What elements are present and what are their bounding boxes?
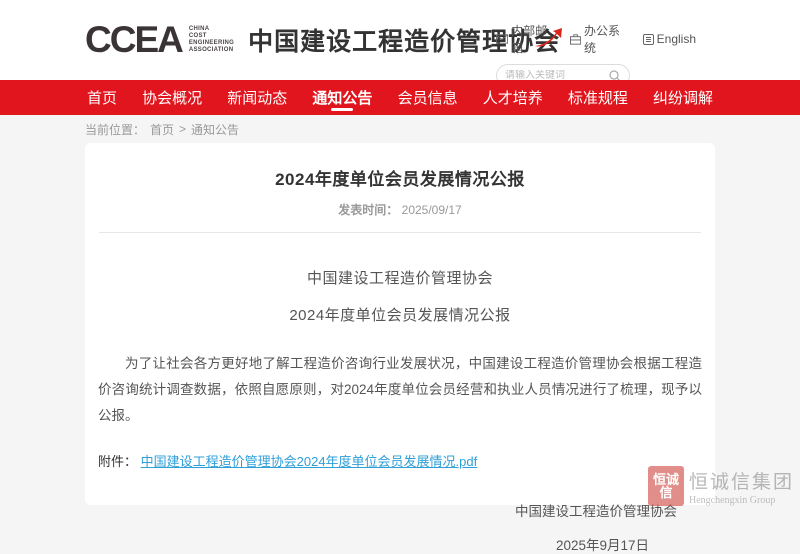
quick-link-label: 内部邮箱 [511, 22, 556, 56]
signature-block: 中国建设工程造价管理协会 2025年9月17日 [85, 500, 715, 554]
nav-item-home[interactable]: 首页 [85, 80, 119, 115]
quick-links: 内部邮箱 办公系统 English [496, 22, 696, 56]
article-body-heading-1: 中国建设工程造价管理协会 [85, 267, 715, 288]
breadcrumb-current: 通知公告 [191, 121, 239, 138]
signature-date: 2025年9月17日 [85, 534, 677, 554]
book-icon [643, 34, 654, 45]
nav-item-mediation[interactable]: 纠纷调解 [651, 80, 715, 115]
publish-date: 2025/09/17 [402, 203, 462, 217]
briefcase-icon [570, 34, 581, 45]
logo[interactable]: CCEA CHINA COST ENGINEERING ASSOCIATION … [85, 20, 560, 60]
nav-item-notices[interactable]: 通知公告 [310, 80, 374, 115]
quick-link-label: English [657, 32, 696, 46]
breadcrumb-separator: > [179, 122, 186, 136]
article-card: 2024年度单位会员发展情况公报 发表时间： 2025/09/17 中国建设工程… [85, 143, 715, 505]
breadcrumb: 当前位置： 首页 > 通知公告 [85, 115, 239, 143]
nav-item-members[interactable]: 会员信息 [396, 80, 460, 115]
publish-line: 发表时间： 2025/09/17 [85, 201, 715, 218]
watermark-name-cn: 恒诚信集团 [689, 467, 794, 494]
nav-item-standards[interactable]: 标准规程 [566, 80, 630, 115]
attachment-line: 附件： 中国建设工程造价管理协会2024年度单位会员发展情况.pdf [98, 451, 702, 470]
breadcrumb-home[interactable]: 首页 [150, 121, 174, 138]
logo-subtext: CHINA COST ENGINEERING ASSOCIATION [189, 26, 234, 54]
english-link[interactable]: English [643, 32, 696, 46]
attachment-pdf-link[interactable]: 中国建设工程造价管理协会2024年度单位会员发展情况.pdf [141, 454, 478, 469]
mail-icon [496, 34, 508, 44]
watermark: 恒诚 信 恒诚信集团 Hengchengxin Group [648, 466, 794, 506]
watermark-text: 恒诚信集团 Hengchengxin Group [689, 467, 794, 506]
publish-label: 发表时间： [338, 203, 398, 217]
watermark-name-en: Hengchengxin Group [689, 495, 794, 506]
article-body-heading-2: 2024年度单位会员发展情况公报 [85, 304, 715, 325]
hengchengxin-seal-icon: 恒诚 信 [648, 466, 684, 506]
office-system-link[interactable]: 办公系统 [570, 22, 629, 56]
quick-link-label: 办公系统 [584, 22, 629, 56]
breadcrumb-prefix: 当前位置： [85, 121, 145, 138]
header-right: 内部邮箱 办公系统 English [496, 22, 696, 87]
main-nav: 首页 协会概况 新闻动态 通知公告 会员信息 人才培养 标准规程 纠纷调解 [0, 80, 800, 115]
article-title: 2024年度单位会员发展情况公报 [85, 165, 715, 190]
article-paragraph: 为了让社会各方更好地了解工程造价咨询行业发展状况，中国建设工程造价管理协会根据工… [98, 351, 702, 429]
title-divider [99, 232, 701, 233]
site-header: CCEA CHINA COST ENGINEERING ASSOCIATION … [0, 0, 800, 80]
nav-item-about[interactable]: 协会概况 [140, 80, 204, 115]
nav-item-training[interactable]: 人才培养 [481, 80, 545, 115]
signature-org: 中国建设工程造价管理协会 [85, 500, 677, 520]
internal-mail-link[interactable]: 内部邮箱 [496, 22, 556, 56]
logo-acronym: CCEA [85, 20, 182, 60]
attachment-label: 附件： [98, 454, 137, 469]
main-nav-inner: 首页 协会概况 新闻动态 通知公告 会员信息 人才培养 标准规程 纠纷调解 [85, 80, 715, 115]
nav-item-news[interactable]: 新闻动态 [225, 80, 289, 115]
seal-text-line2: 信 [659, 486, 672, 499]
